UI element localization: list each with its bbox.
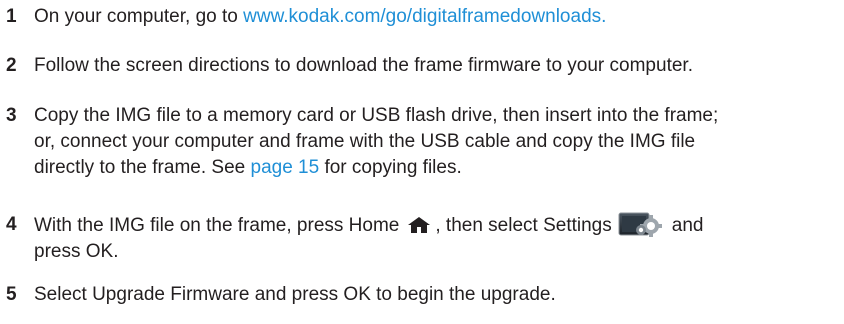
step-text: Follow the screen directions to download… (34, 55, 693, 76)
step-text-after: and (671, 215, 704, 236)
step-number: 3 (6, 105, 17, 126)
step-text-before-link: On your computer, go to (34, 6, 244, 27)
step-number: 5 (6, 284, 17, 305)
step-text: With the IMG file on the frame, press Ho… (34, 212, 834, 265)
step-text-after-link: for copying files. (319, 157, 462, 178)
step-text-line-1: With the IMG file on the frame, press Ho… (34, 212, 834, 239)
step-text-line-1: Copy the IMG file to a memory card or US… (34, 105, 719, 126)
step-number: 2 (6, 55, 17, 76)
step-text-line-2: or, connect your computer and frame with… (34, 131, 696, 152)
step-number: 4 (6, 214, 17, 235)
step-text: Copy the IMG file to a memory card or US… (34, 103, 834, 181)
step-text: Select Upgrade Firmware and press OK to … (34, 284, 556, 305)
step-text-before-link: directly to the frame. See (34, 157, 251, 178)
step-text-line-2: press OK. (34, 241, 119, 262)
step-text: On your computer, go to www.kodak.com/go… (34, 4, 834, 30)
kodak-downloads-link[interactable]: www.kodak.com/go/digitalframedownloads. (243, 6, 606, 27)
home-icon (407, 216, 431, 234)
step-number: 1 (6, 6, 17, 27)
page-15-link[interactable]: page 15 (251, 157, 320, 178)
step-text-line-3: directly to the frame. See page 15 for c… (34, 155, 834, 181)
settings-icon (618, 212, 666, 238)
step-text-before-home: With the IMG file on the frame, press Ho… (34, 215, 400, 236)
step-text-middle: , then select Settings (435, 215, 612, 236)
firmware-upgrade-instructions: 1 On your computer, go to www.kodak.com/… (0, 0, 844, 324)
